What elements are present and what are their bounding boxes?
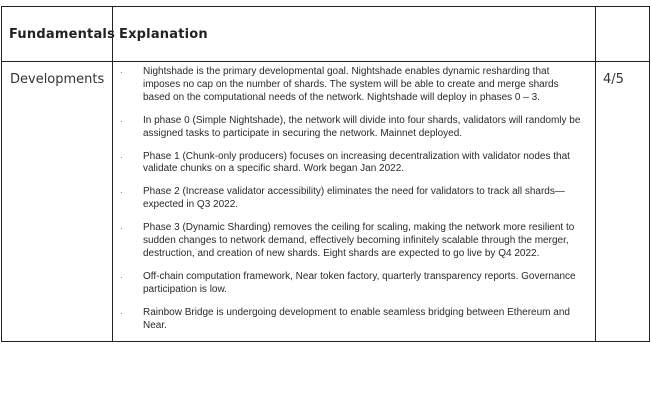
bullet-icon: · <box>120 151 123 162</box>
bullet-icon: · <box>120 115 123 126</box>
bullet-text: Phase 1 (Chunk-only producers) focuses o… <box>143 150 570 175</box>
bullet-text: Rainbow Bridge is undergoing development… <box>143 306 570 331</box>
bullet-icon: · <box>120 271 123 282</box>
bullet-text: Phase 3 (Dynamic Sharding) removes the c… <box>143 222 575 259</box>
bullet-icon: · <box>120 187 123 198</box>
bullet-text: Off-chain computation framework, Near to… <box>143 270 576 295</box>
explanation-bullet-list: · Nightshade is the primary developmenta… <box>119 66 585 333</box>
bullet-icon: · <box>120 307 123 318</box>
table-row: Developments · Nightshade is the primary… <box>1 61 650 342</box>
list-item: · Nightshade is the primary developmenta… <box>119 66 585 105</box>
table-header-row: Fundamentals Explanation <box>1 6 650 62</box>
header-score <box>595 6 650 62</box>
header-explanation: Explanation <box>112 6 596 62</box>
fundamentals-table: Fundamentals Explanation Developments · … <box>1 6 650 342</box>
score-cell: 4/5 <box>595 61 650 342</box>
explanation-cell: · Nightshade is the primary developmenta… <box>112 61 596 342</box>
list-item: · Off-chain computation framework, Near … <box>119 271 585 297</box>
list-item: · Phase 3 (Dynamic Sharding) removes the… <box>119 222 585 261</box>
header-fundamentals: Fundamentals <box>1 6 115 62</box>
bullet-text: In phase 0 (Simple Nightshade), the netw… <box>143 114 581 139</box>
list-item: · Phase 1 (Chunk-only producers) focuses… <box>119 151 585 177</box>
list-item: · In phase 0 (Simple Nightshade), the ne… <box>119 115 585 141</box>
bullet-text: Phase 2 (Increase validator accessibilit… <box>143 186 565 211</box>
fundamental-cell: Developments <box>1 61 113 342</box>
bullet-text: Nightshade is the primary developmental … <box>143 66 559 103</box>
list-item: · Rainbow Bridge is undergoing developme… <box>119 307 585 333</box>
list-item: · Phase 2 (Increase validator accessibil… <box>119 186 585 212</box>
bullet-icon: · <box>120 67 123 77</box>
bullet-icon: · <box>120 223 123 234</box>
